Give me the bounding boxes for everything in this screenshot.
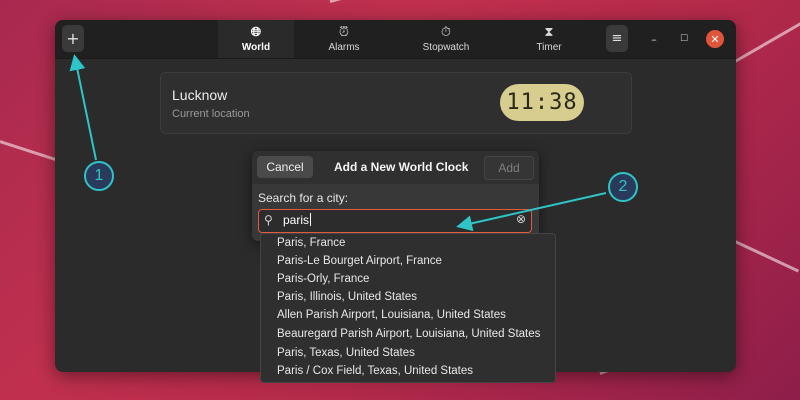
annotation-arrow-1	[69, 54, 97, 161]
annotation-arrows	[69, 54, 607, 232]
annotation-arrow-2	[456, 192, 607, 232]
annotation-marker-1: 1	[84, 161, 114, 191]
annotation-marker-2: 2	[608, 172, 638, 202]
